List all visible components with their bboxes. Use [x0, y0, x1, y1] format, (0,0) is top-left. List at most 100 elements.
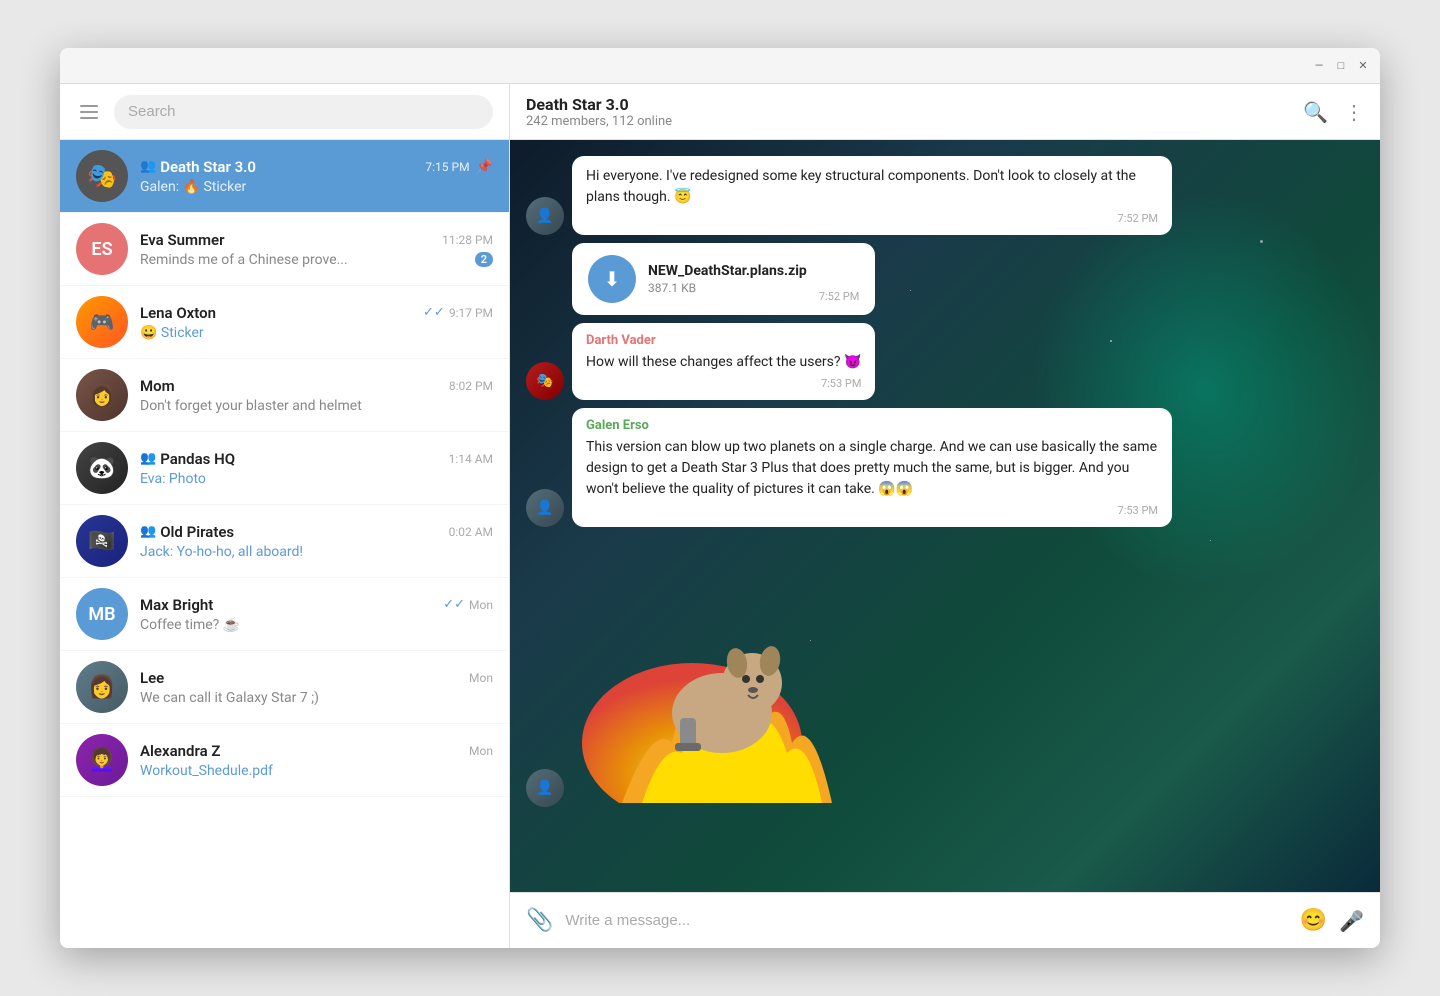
file-size: 387.1 KB: [648, 281, 807, 295]
chat-info-alexandra: Alexandra Z Mon Workout_Shedule.pdf: [140, 742, 493, 779]
bubble-time-1: 7:52 PM: [586, 212, 1158, 225]
chat-name-mom: Mom: [140, 377, 175, 395]
bubble-galen: Galen Erso This version can blow up two …: [572, 408, 1172, 527]
chat-info-pirates: 👥 Old Pirates 0:02 AM Jack: Yo-ho-ho, al…: [140, 523, 493, 560]
hamburger-line-2: [80, 111, 98, 113]
file-name: NEW_DeathStar.plans.zip: [648, 263, 807, 279]
avatar-death-star: 🎭: [76, 150, 128, 202]
chat-name-death-star: 👥 Death Star 3.0: [140, 158, 256, 176]
chat-preview-pandas: Eva: Photo: [140, 471, 206, 487]
chat-header: Death Star 3.0 242 members, 112 online 🔍…: [510, 84, 1380, 140]
bubble-text-vader: How will these changes affect the users?…: [586, 352, 861, 373]
title-bar: — □ ✕: [60, 48, 1380, 84]
download-arrow-icon: ⬇: [604, 267, 621, 291]
chat-name-lee: Lee: [140, 669, 164, 687]
chat-area: Death Star 3.0 242 members, 112 online 🔍…: [510, 84, 1380, 948]
chat-header-actions: 🔍 ⋮: [1303, 100, 1364, 124]
chat-time-max: Mon: [469, 598, 493, 612]
minimize-button[interactable]: —: [1312, 59, 1326, 73]
chat-time-mom: 8:02 PM: [449, 379, 493, 393]
chat-preview-mom: Don't forget your blaster and helmet: [140, 398, 362, 414]
chat-top-pirates: 👥 Old Pirates 0:02 AM: [140, 523, 493, 541]
chat-top-max: Max Bright ✓✓ Mon: [140, 596, 493, 614]
file-time: 7:52 PM: [819, 290, 859, 303]
chat-top-eva: Eva Summer 11:28 PM: [140, 231, 493, 249]
chat-preview-lena: 😀 Sticker: [140, 325, 204, 341]
message-row-vader: 🎭 Darth Vader How will these changes aff…: [526, 323, 1364, 400]
chat-item-pandas[interactable]: 🐼 👥 Pandas HQ 1:14 AM Eva: Photo: [60, 432, 509, 505]
emoji-button[interactable]: 😊: [1300, 908, 1327, 933]
sidebar: 🎭 👥 Death Star 3.0 7:15 PM 📌: [60, 84, 510, 948]
avatar-alexandra: 👩‍🦱: [76, 734, 128, 786]
chat-time-lena: 9:17 PM: [449, 306, 493, 320]
chat-top-mom: Mom 8:02 PM: [140, 377, 493, 395]
chat-header-name: Death Star 3.0: [526, 95, 672, 114]
search-icon[interactable]: 🔍: [1303, 100, 1328, 124]
chat-name-pirates: 👥 Old Pirates: [140, 523, 234, 541]
search-input-wrapper[interactable]: [114, 95, 493, 129]
chat-bottom-alexandra: Workout_Shedule.pdf: [140, 763, 493, 779]
sticker-area: 👤: [526, 543, 1364, 807]
chat-top-lena: Lena Oxton ✓✓ 9:17 PM: [140, 304, 493, 322]
hamburger-line-1: [80, 105, 98, 107]
chat-item-mom[interactable]: 👩 Mom 8:02 PM Don't forget your blaster …: [60, 359, 509, 432]
chat-item-death-star[interactable]: 🎭 👥 Death Star 3.0 7:15 PM 📌: [60, 140, 509, 213]
avatar-mom: 👩: [76, 369, 128, 421]
lena-meta: ✓✓ 9:17 PM: [423, 305, 493, 320]
bubble-time-vader: 7:53 PM: [586, 377, 861, 390]
chat-preview-max: Coffee time? ☕: [140, 617, 240, 633]
maximize-button[interactable]: □: [1334, 59, 1348, 73]
chat-item-alexandra[interactable]: 👩‍🦱 Alexandra Z Mon Workout_Shedule.pdf: [60, 724, 509, 797]
title-bar-controls: — □ ✕: [1312, 59, 1370, 73]
chat-preview: Galen: 🔥 Sticker: [140, 179, 246, 195]
msg-avatar-1: 👤: [526, 197, 564, 235]
file-info: NEW_DeathStar.plans.zip 387.1 KB: [648, 263, 807, 295]
chat-item-max[interactable]: MB Max Bright ✓✓ Mon Coffee time? ☕: [60, 578, 509, 651]
message-row-galen: 👤 Galen Erso This version can blow up tw…: [526, 408, 1364, 527]
msg-avatar-sticker: 👤: [526, 769, 564, 807]
chat-bottom-lee: We can call it Galaxy Star 7 ;): [140, 690, 493, 706]
chat-bottom: Galen: 🔥 Sticker: [140, 179, 493, 195]
avatar-lena: 🎮: [76, 296, 128, 348]
chat-header-status: 242 members, 112 online: [526, 114, 672, 129]
file-time-wrapper: 7:52 PM: [819, 286, 859, 303]
file-download-button[interactable]: ⬇: [588, 255, 636, 303]
bubble-vader: Darth Vader How will these changes affec…: [572, 323, 875, 400]
bubble-time-galen: 7:53 PM: [586, 504, 1158, 517]
more-options-icon[interactable]: ⋮: [1344, 100, 1364, 124]
file-bubble: ⬇ NEW_DeathStar.plans.zip 387.1 KB 7:52 …: [572, 243, 875, 315]
chat-time: 7:15 PM: [425, 160, 469, 174]
chat-name-lena: Lena Oxton: [140, 304, 216, 322]
chat-name-pandas: 👥 Pandas HQ: [140, 450, 235, 468]
messages-area: 👤 Hi everyone. I've redesigned some key …: [510, 140, 1380, 892]
close-button[interactable]: ✕: [1356, 59, 1370, 73]
chat-info-lena: Lena Oxton ✓✓ 9:17 PM 😀 Sticker: [140, 304, 493, 341]
hamburger-line-3: [80, 117, 98, 119]
chat-item-pirates[interactable]: 🏴‍☠️ 👥 Old Pirates 0:02 AM Jack: Yo-ho-h…: [60, 505, 509, 578]
chat-meta: 7:15 PM 📌: [425, 159, 493, 175]
mic-button[interactable]: 🎤: [1339, 909, 1364, 933]
avatar-pandas: 🐼: [76, 442, 128, 494]
chat-time-alexandra: Mon: [469, 744, 493, 758]
search-input[interactable]: [128, 103, 479, 120]
bubble-1: Hi everyone. I've redesigned some key st…: [572, 156, 1172, 235]
attach-button[interactable]: 📎: [526, 908, 553, 933]
chat-name-max: Max Bright: [140, 596, 213, 614]
chat-preview-alexandra: Workout_Shedule.pdf: [140, 763, 273, 779]
chat-item-lena[interactable]: 🎮 Lena Oxton ✓✓ 9:17 PM 😀 Sticker: [60, 286, 509, 359]
sticker-svg: [572, 543, 872, 803]
bubble-sender-galen: Galen Erso: [586, 418, 1158, 433]
chat-info-mom: Mom 8:02 PM Don't forget your blaster an…: [140, 377, 493, 414]
sticker-container: [572, 543, 872, 807]
avatar-eva-summer: ES: [76, 223, 128, 275]
chat-preview-pirates: Jack: Yo-ho-ho, all aboard!: [140, 544, 303, 560]
chat-bottom-lena: 😀 Sticker: [140, 325, 493, 341]
message-input[interactable]: [565, 912, 1287, 929]
hamburger-button[interactable]: [76, 101, 102, 123]
msg-avatar-galen: 👤: [526, 489, 564, 527]
app-window: — □ ✕ 🎭: [60, 48, 1380, 948]
check-icon-max: ✓✓: [443, 597, 465, 612]
chat-item-eva-summer[interactable]: ES Eva Summer 11:28 PM Reminds me of a C…: [60, 213, 509, 286]
avatar-max: MB: [76, 588, 128, 640]
chat-item-lee[interactable]: 👩 Lee Mon We can call it Galaxy Star 7 ;…: [60, 651, 509, 724]
